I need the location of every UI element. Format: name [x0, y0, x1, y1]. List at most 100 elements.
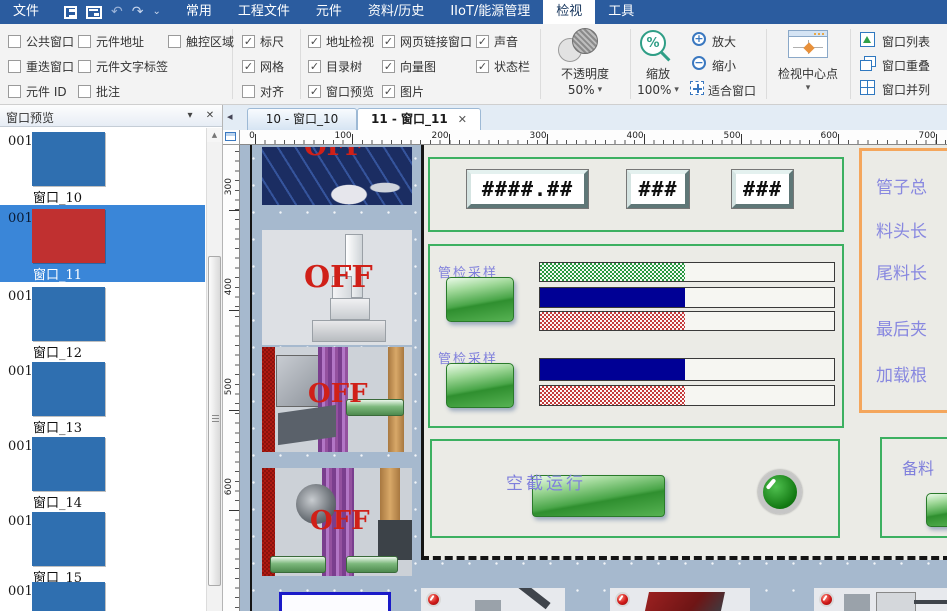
window-item-0016[interactable]: 0016: [0, 578, 205, 611]
ruler-label: 400: [626, 131, 643, 141]
panel-close-icon[interactable]: ✕: [202, 108, 218, 124]
undo-icon[interactable]: ↶: [111, 2, 123, 22]
cb-picture[interactable]: ✓图片: [382, 83, 424, 99]
redo-icon[interactable]: ↷: [132, 2, 144, 22]
cb-ruler[interactable]: ✓标尺: [242, 33, 284, 49]
view-center-dropdown[interactable]: ▾: [762, 83, 854, 93]
window-thumbnail[interactable]: [32, 209, 105, 263]
cb-weblink-window[interactable]: ✓网页链接窗口: [382, 33, 472, 49]
cb-element-address[interactable]: 元件地址: [78, 33, 144, 49]
bar-navy-track[interactable]: [539, 287, 835, 308]
menu-component[interactable]: 元件: [303, 0, 355, 24]
window-item-0014[interactable]: 0014 窗口_14: [0, 433, 205, 510]
menu-project-file[interactable]: 工程文件: [225, 0, 303, 24]
zoom-out-button[interactable]: 缩小: [712, 57, 736, 74]
scroll-up-icon[interactable]: ▲: [207, 128, 222, 142]
close-tab-icon[interactable]: ✕: [458, 109, 467, 130]
lever-switch-picture[interactable]: OFF: [262, 230, 412, 345]
zoom-out-icon[interactable]: −: [692, 56, 706, 70]
machine-picture-5[interactable]: [610, 588, 750, 611]
run-group-panel[interactable]: 空截运行: [430, 439, 840, 538]
blue-outline-box[interactable]: [279, 592, 391, 611]
window-item-0011[interactable]: 0011 窗口_11: [0, 205, 205, 282]
zoom-in-button[interactable]: 放大: [712, 33, 736, 50]
window-tile-icon[interactable]: [860, 80, 875, 95]
display-group-panel[interactable]: ####.## ### ###: [428, 157, 844, 232]
prepare-group-panel[interactable]: 备料: [880, 437, 947, 538]
window-item-0012[interactable]: 0012 窗口_12: [0, 283, 205, 360]
fit-window-button[interactable]: 适合窗口: [708, 82, 756, 99]
cb-annotation[interactable]: 批注: [78, 83, 120, 99]
qat-dropdown-icon[interactable]: ⌄: [152, 2, 160, 22]
machine-picture-4[interactable]: [421, 588, 565, 611]
sampling-group-panel[interactable]: 管检采样 管检采样: [428, 244, 844, 428]
cb-overlap-window[interactable]: 重迭窗口: [8, 58, 74, 74]
machine-picture-2[interactable]: OFF: [262, 347, 412, 452]
save-icon[interactable]: [64, 6, 77, 19]
cb-status-bar[interactable]: ✓状态栏: [476, 58, 530, 74]
menu-data-history[interactable]: 资料/历史: [355, 0, 437, 24]
zoom-value-button[interactable]: 100%▾: [624, 83, 692, 97]
bar-red-track-2[interactable]: [539, 385, 835, 406]
cb-address-view[interactable]: ✓地址检视: [308, 33, 374, 49]
tab-window-11[interactable]: 11 - 窗口_11 ✕: [357, 108, 481, 130]
fit-window-icon[interactable]: [690, 81, 704, 95]
sample-button-2[interactable]: [446, 363, 514, 408]
window-item-0010[interactable]: 0010 窗口_10: [0, 128, 205, 205]
export-icon[interactable]: [86, 6, 102, 19]
panel-menu-icon[interactable]: ▾: [182, 108, 198, 124]
bar-navy-track-2[interactable]: [539, 358, 835, 381]
window-thumbnail[interactable]: [32, 582, 105, 611]
cb-align[interactable]: 对齐: [242, 83, 284, 99]
opacity-value-button[interactable]: 50%▾: [543, 83, 627, 97]
window-thumbnail[interactable]: [32, 512, 105, 566]
window-list-icon[interactable]: [860, 32, 875, 47]
menu-view[interactable]: 检视: [543, 0, 595, 24]
window-cascade-icon[interactable]: [860, 56, 876, 71]
cb-window-preview[interactable]: ✓窗口预览: [308, 83, 374, 99]
cb-touch-area[interactable]: 触控区域: [168, 33, 234, 49]
tab-window-10[interactable]: 10 - 窗口_10: [247, 108, 357, 130]
numeric-display-1[interactable]: ####.##: [467, 170, 588, 208]
menu-common[interactable]: 常用: [173, 0, 225, 24]
window-cascade-button[interactable]: 窗口重叠: [882, 57, 930, 74]
window-item-0013[interactable]: 0013 窗口_13: [0, 358, 205, 435]
window-thumbnail[interactable]: [32, 132, 105, 186]
window-list-button[interactable]: 窗口列表: [882, 33, 930, 50]
length-labels-panel[interactable]: 管子总 料头长 尾料长 最后夹 加载根: [859, 148, 947, 413]
cb-vector-graphic[interactable]: ✓向量图: [382, 58, 436, 74]
cb-common-window[interactable]: 公共窗口: [8, 33, 74, 49]
machine-picture-3[interactable]: OFF: [262, 468, 412, 576]
cb-sound[interactable]: ✓声音: [476, 33, 518, 49]
cb-directory-tree[interactable]: ✓目录树: [308, 58, 362, 74]
window-tile-button[interactable]: 窗口并列: [882, 81, 930, 98]
window-thumbnail[interactable]: [32, 437, 105, 491]
cb-grid[interactable]: ✓网格: [242, 58, 284, 74]
sidebar-scrollbar[interactable]: ▲: [206, 128, 222, 611]
machine-picture-6[interactable]: [814, 588, 947, 611]
machine-picture-1[interactable]: OFF: [262, 147, 412, 205]
window-item-0015[interactable]: 0015 窗口_15: [0, 508, 205, 585]
zoom-in-icon[interactable]: +: [692, 32, 706, 46]
view-center-button[interactable]: 检视中心点: [762, 65, 854, 82]
scrollbar-thumb[interactable]: [208, 256, 221, 586]
menu-file[interactable]: 文件: [0, 0, 52, 24]
tab-scroll-left-icon[interactable]: ◂: [227, 110, 233, 123]
window-thumbnail[interactable]: [32, 287, 105, 341]
design-canvas[interactable]: OFF OFF OFF: [240, 145, 947, 611]
menu-tools[interactable]: 工具: [595, 0, 647, 24]
view-center-icon[interactable]: [788, 30, 828, 58]
bar-red-track[interactable]: [539, 311, 835, 331]
cb-element-id[interactable]: 元件 ID: [8, 83, 67, 99]
prepare-button[interactable]: [926, 493, 947, 527]
ruler-origin-button[interactable]: [223, 130, 240, 145]
window-thumbnail[interactable]: [32, 362, 105, 416]
opacity-icon: [572, 28, 598, 54]
numeric-display-3[interactable]: ###: [732, 170, 793, 208]
bar-green-track[interactable]: [539, 262, 835, 282]
menu-iiot-energy[interactable]: IIoT/能源管理: [437, 0, 543, 24]
sample-button-1[interactable]: [446, 277, 514, 322]
numeric-display-2[interactable]: ###: [627, 170, 689, 208]
cb-element-text-label[interactable]: 元件文字标签: [78, 58, 168, 74]
status-led-green[interactable]: [758, 470, 802, 514]
